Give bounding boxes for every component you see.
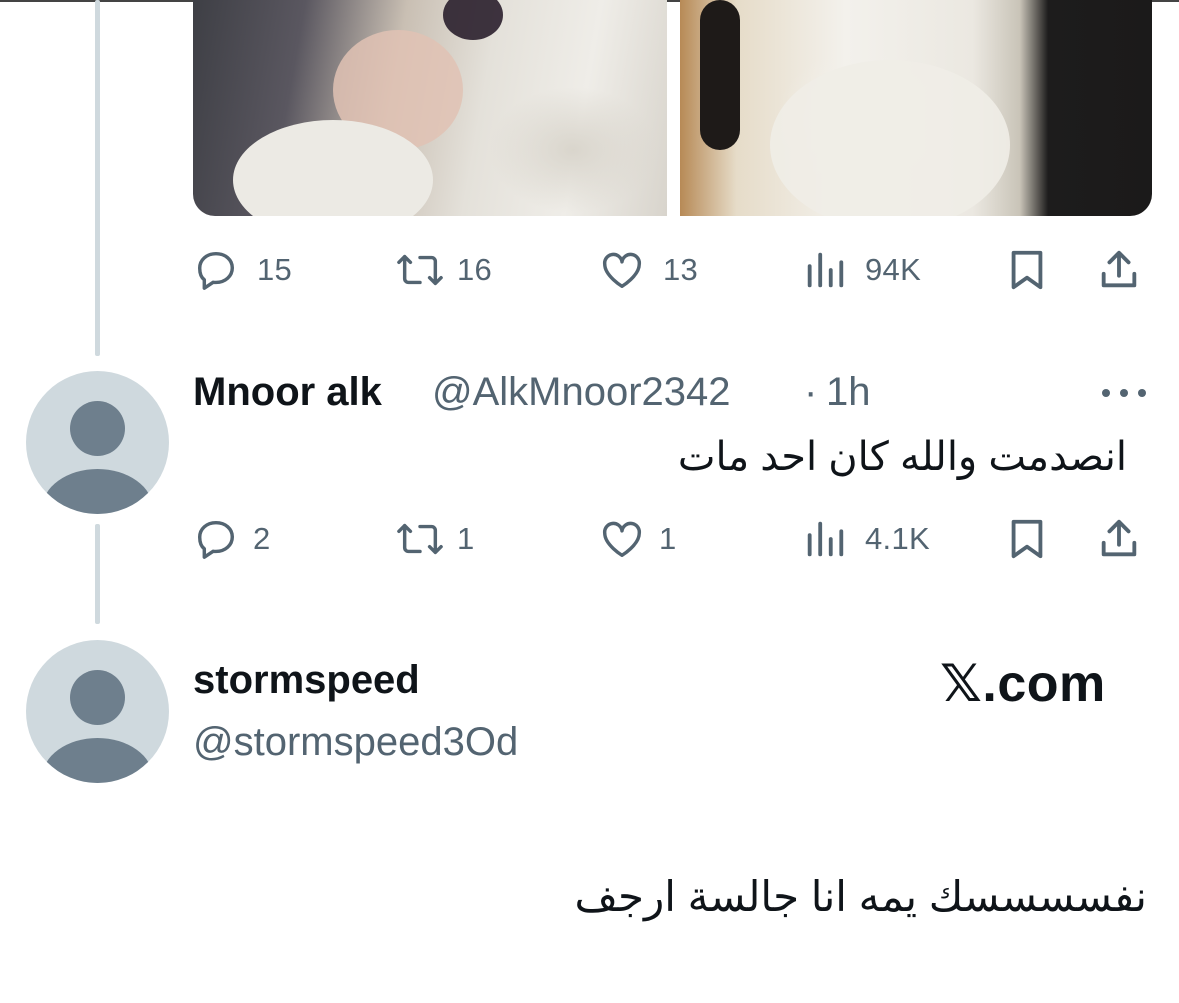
heart-icon [599,247,645,293]
retweet-count: 1 [457,521,475,556]
views-icon [803,247,847,293]
more-dot [1138,389,1146,397]
thread-line [95,0,100,356]
more-icon[interactable] [1102,386,1146,400]
reply-icon [193,516,239,562]
heart-icon [599,516,645,562]
bookmark-button[interactable] [1005,514,1049,564]
reply-button[interactable]: 15 [193,245,292,295]
avatar-default-head [70,401,125,456]
like-button[interactable]: 1 [599,514,677,564]
reply-button[interactable]: 2 [193,514,271,564]
separator-dot: · [804,370,818,414]
views-button[interactable]: 94K [803,245,921,295]
share-icon [1097,516,1141,562]
author-name[interactable]: Mnoor alk [193,370,382,415]
avatar-default-head [70,670,125,725]
timestamp[interactable]: 1h [826,370,871,415]
photo-detail [700,0,740,150]
avatar[interactable] [26,371,169,514]
more-dot [1120,389,1128,397]
bookmark-icon [1005,247,1049,293]
x-logo-watermark: 𝕏.com [940,655,1106,713]
avatar-default-body [42,469,153,514]
tweet-image-left[interactable] [193,0,667,216]
retweet-button[interactable]: 1 [395,514,475,564]
like-count: 1 [659,521,677,556]
views-icon [803,516,847,562]
reply-count: 2 [253,521,271,556]
views-count: 4.1K [865,521,930,556]
retweet-button[interactable]: 16 [395,245,492,295]
like-count: 13 [663,252,699,287]
views-count: 94K [865,252,922,287]
more-dot [1102,389,1110,397]
tweet-text: نفسسسسك يمه انا جالسة ارجف [574,873,1147,920]
tweet-actions: 2 1 1 4.1K [193,514,1153,564]
reply-count: 15 [257,252,293,287]
retweet-icon [395,247,445,293]
tweet-actions: 15 16 13 94K [193,245,1153,295]
retweet-icon [395,516,445,562]
tweet-text: انصدمت والله كان احد مات [677,435,1127,479]
bookmark-icon [1005,516,1049,562]
avatar-default-body [42,738,153,783]
bookmark-button[interactable] [1005,245,1049,295]
author-name[interactable]: stormspeed [193,658,420,703]
author-handle[interactable]: @stormspeed3Od [193,720,518,765]
views-button[interactable]: 4.1K [803,514,930,564]
reply-icon [193,247,239,293]
thread-line [95,524,100,624]
share-button[interactable] [1097,245,1141,295]
author-handle[interactable]: @AlkMnoor2342 [432,370,731,415]
like-button[interactable]: 13 [599,245,698,295]
retweet-count: 16 [457,252,493,287]
tweet-image-right[interactable] [680,0,1152,216]
photo-detail [443,0,503,40]
photo-detail [770,60,1010,216]
avatar[interactable] [26,640,169,783]
share-button[interactable] [1097,514,1141,564]
share-icon [1097,247,1141,293]
